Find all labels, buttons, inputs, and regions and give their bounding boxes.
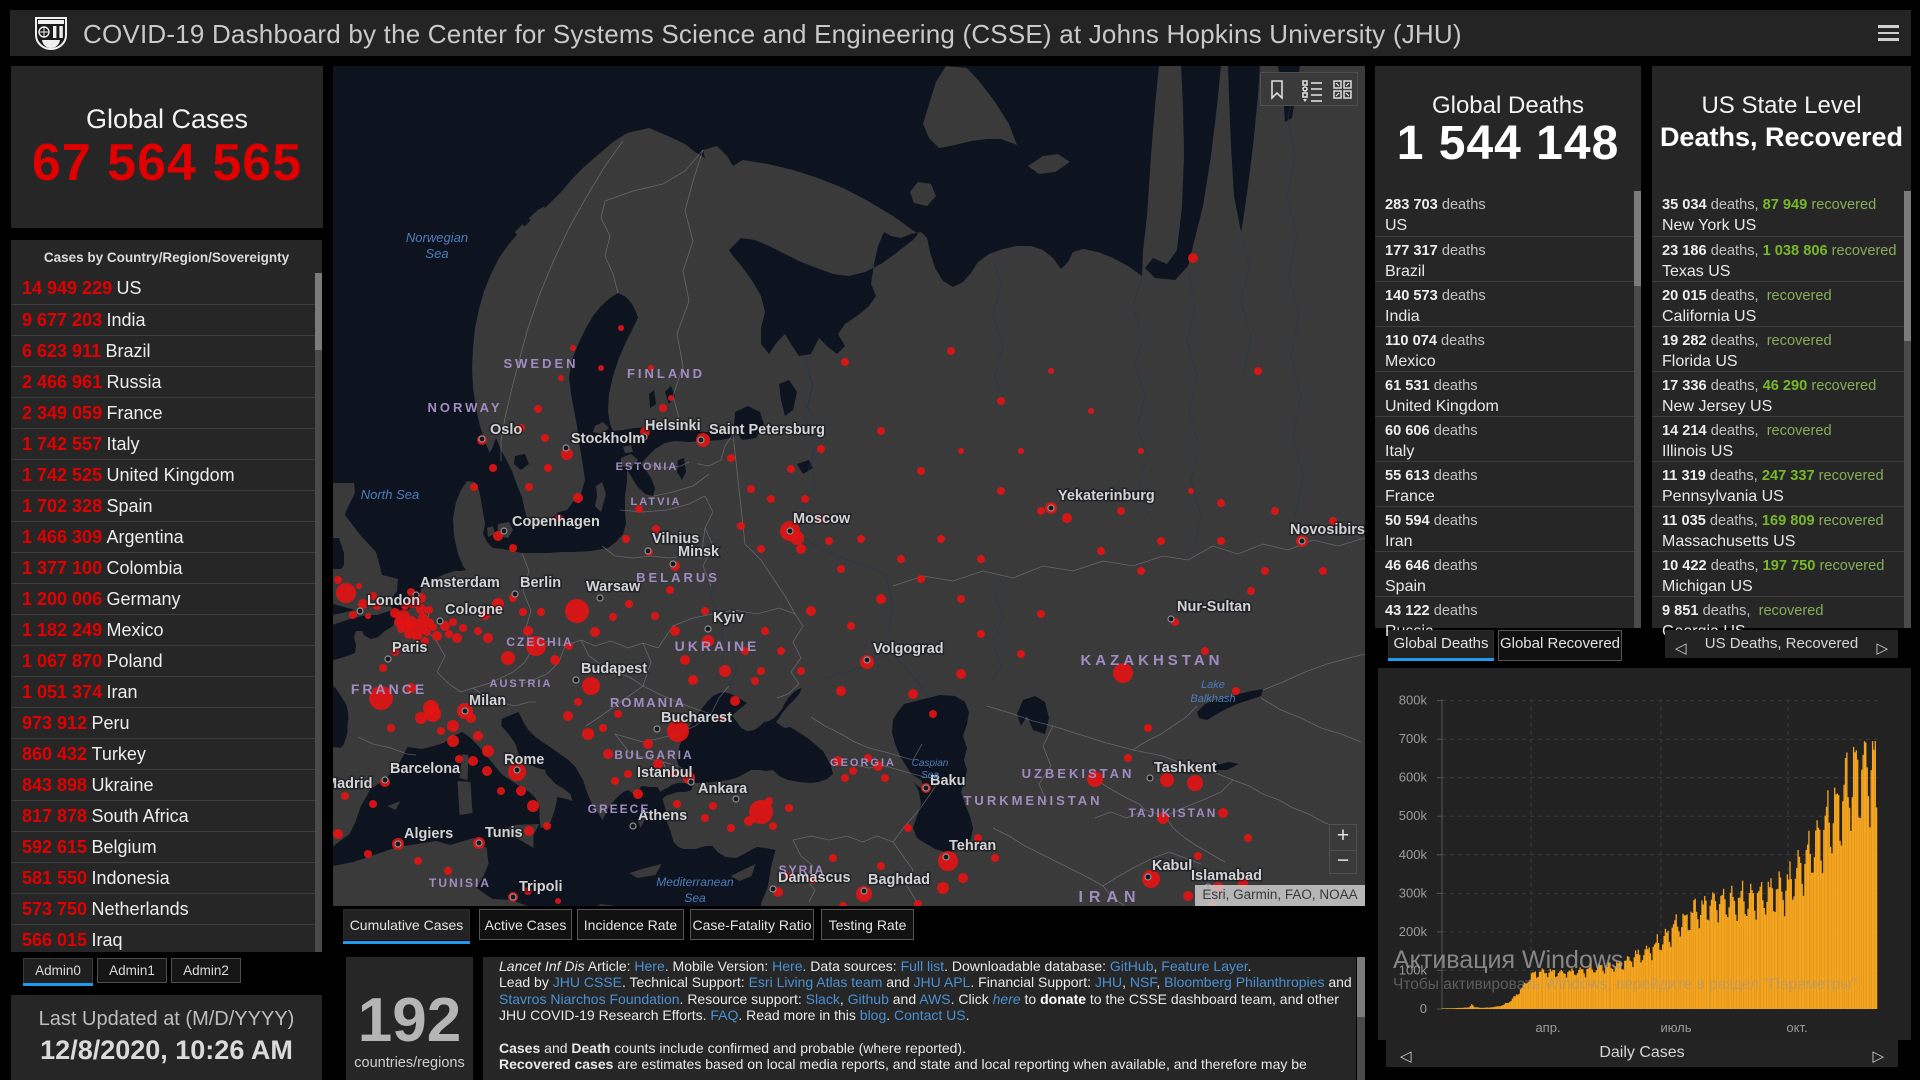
svg-text:Istanbul: Istanbul (637, 765, 693, 781)
svg-text:0: 0 (1420, 1001, 1427, 1016)
svg-text:Sea: Sea (921, 770, 939, 781)
svg-text:TAJIKISTAN: TAJIKISTAN (1129, 806, 1218, 820)
svg-text:Budapest: Budapest (581, 661, 647, 677)
svg-text:SYRIA: SYRIA (779, 863, 826, 877)
svg-text:Rome: Rome (504, 752, 544, 768)
svg-text:июль: июль (1660, 1020, 1691, 1035)
svg-text:Moscow: Moscow (793, 511, 851, 527)
svg-text:Nur-Sultan: Nur-Sultan (1177, 599, 1251, 615)
svg-text:Berlin: Berlin (520, 575, 561, 591)
svg-text:Sea: Sea (684, 891, 706, 905)
svg-text:Stockholm: Stockholm (571, 431, 645, 447)
svg-text:Tehran: Tehran (949, 838, 996, 854)
svg-text:TURKMENISTAN: TURKMENISTAN (963, 793, 1102, 808)
svg-text:UKRAINE: UKRAINE (675, 638, 760, 654)
svg-text:700k: 700k (1399, 731, 1428, 746)
svg-text:окт.: окт. (1786, 1020, 1807, 1035)
svg-text:Bucharest: Bucharest (661, 710, 732, 726)
svg-text:Caspian: Caspian (912, 758, 949, 769)
svg-text:апр.: апр. (1535, 1020, 1560, 1035)
svg-text:Kyiv: Kyiv (713, 610, 744, 626)
svg-text:GEORGIA: GEORGIA (830, 757, 896, 769)
svg-text:Norwegian: Norwegian (406, 230, 468, 245)
svg-text:Copenhagen: Copenhagen (512, 514, 600, 530)
svg-text:FRANCE: FRANCE (351, 681, 427, 697)
svg-text:KAZAKHSTAN: KAZAKHSTAN (1080, 652, 1223, 669)
svg-text:Oslo: Oslo (490, 422, 522, 438)
svg-text:Cologne: Cologne (445, 602, 503, 618)
svg-text:ROMANIA: ROMANIA (610, 695, 686, 710)
svg-text:Helsinki: Helsinki (645, 418, 701, 434)
svg-text:BELARUS: BELARUS (636, 570, 720, 585)
svg-text:Milan: Milan (469, 693, 506, 709)
svg-text:Islamabad: Islamabad (1191, 868, 1262, 884)
svg-text:NORWAY: NORWAY (427, 400, 502, 415)
svg-text:UZBEKISTAN: UZBEKISTAN (1022, 766, 1135, 781)
svg-text:300k: 300k (1399, 885, 1428, 900)
svg-text:Saint Petersburg: Saint Petersburg (709, 422, 825, 438)
svg-text:600k: 600k (1399, 770, 1428, 785)
svg-text:Lake: Lake (1201, 679, 1225, 691)
svg-text:London: London (367, 593, 420, 609)
svg-text:Algiers: Algiers (404, 826, 453, 842)
svg-text:Balkhash: Balkhash (1190, 693, 1235, 705)
svg-text:Barcelona: Barcelona (390, 761, 461, 777)
svg-text:Paris: Paris (392, 640, 427, 656)
svg-text:North Sea: North Sea (361, 487, 420, 502)
svg-text:Minsk: Minsk (678, 544, 720, 560)
svg-text:Yekaterinburg: Yekaterinburg (1058, 488, 1155, 504)
svg-text:LATVIA: LATVIA (631, 496, 682, 508)
svg-text:800k: 800k (1399, 693, 1428, 708)
svg-text:500k: 500k (1399, 808, 1428, 823)
svg-text:Sea: Sea (425, 246, 448, 261)
svg-text:Amsterdam: Amsterdam (420, 575, 500, 591)
svg-text:GREECE: GREECE (588, 802, 651, 816)
svg-text:Mediterranean: Mediterranean (656, 875, 734, 889)
svg-text:SWEDEN: SWEDEN (503, 356, 578, 371)
svg-text:FINLAND: FINLAND (627, 366, 705, 381)
svg-text:BULGARIA: BULGARIA (614, 748, 693, 762)
svg-text:200k: 200k (1399, 924, 1428, 939)
svg-text:Baghdad: Baghdad (868, 872, 930, 888)
svg-text:Tunis: Tunis (485, 825, 523, 841)
svg-text:Tripoli: Tripoli (519, 879, 563, 895)
svg-text:400k: 400k (1399, 847, 1428, 862)
svg-text:TUNISIA: TUNISIA (429, 876, 491, 890)
svg-text:Madrid: Madrid (333, 776, 373, 792)
svg-text:ESTONIA: ESTONIA (616, 461, 679, 473)
svg-text:Ankara: Ankara (698, 781, 748, 797)
svg-text:IRAN: IRAN (1078, 889, 1141, 906)
svg-text:Kabul: Kabul (1152, 858, 1192, 874)
svg-text:AUSTRIA: AUSTRIA (490, 678, 553, 690)
svg-text:CZECHIA: CZECHIA (506, 635, 573, 649)
svg-text:Novosibirsk: Novosibirsk (1290, 522, 1365, 538)
svg-text:Volgograd: Volgograd (873, 641, 944, 657)
svg-text:Warsaw: Warsaw (586, 579, 641, 595)
svg-text:Tashkent: Tashkent (1154, 760, 1217, 776)
